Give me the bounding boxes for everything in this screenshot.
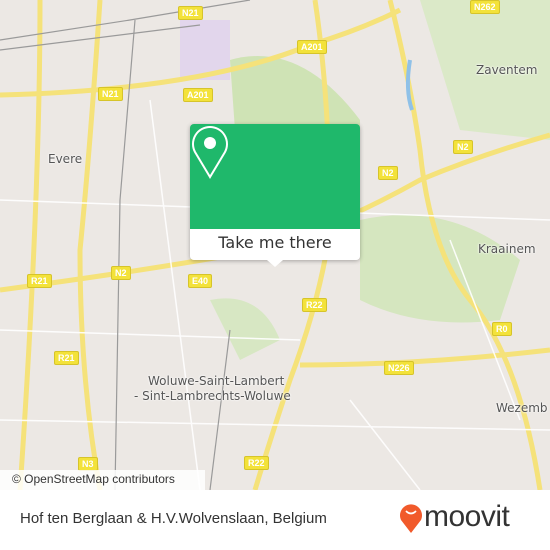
road-shield: N21 [178,6,203,20]
place-label: Wezemb [496,401,548,415]
road-shield: N2 [453,140,473,154]
place-label: Evere [48,152,83,166]
road-shield: R22 [302,298,327,312]
footer: Hof ten Berglaan & H.V.Wolvenslaan, Belg… [0,490,550,550]
place-label: - Sint-Lambrechts-Woluwe [134,389,291,403]
road-shield: R0 [492,322,512,336]
address-label: Hof ten Berglaan & H.V.Wolvenslaan, Belg… [20,510,327,527]
road-shield: N2 [111,266,131,280]
place-label: Kraainem [478,242,536,256]
directions-popup: Take me there [190,124,360,267]
road-shield: N226 [384,361,414,375]
road-shield: N262 [470,0,500,14]
road-shield: A201 [297,40,327,54]
brand-name: moovit [424,500,510,533]
moovit-logo[interactable]: moovit [398,500,510,534]
road-shield: E40 [188,274,213,288]
map-pin-icon [192,126,228,179]
road-shield: R21 [54,351,79,365]
road-shield: A201 [183,88,213,102]
map-attribution[interactable]: © OpenStreetMap contributors [0,470,205,490]
road-shield: R21 [27,274,52,288]
moovit-pin-icon [400,504,422,533]
take-me-there-button[interactable]: Take me there [190,229,360,267]
place-label: Woluwe-Saint-Lambert [148,374,285,388]
place-label: Zaventem [476,63,538,77]
road-shield: N2 [378,166,398,180]
road-shield: N3 [78,457,98,471]
road-shield: R22 [244,456,269,470]
map[interactable]: Zaventem Evere Kraainem Woluwe-Saint-Lam… [0,0,550,490]
popup-header [190,124,360,229]
road-shield: N21 [98,87,123,101]
